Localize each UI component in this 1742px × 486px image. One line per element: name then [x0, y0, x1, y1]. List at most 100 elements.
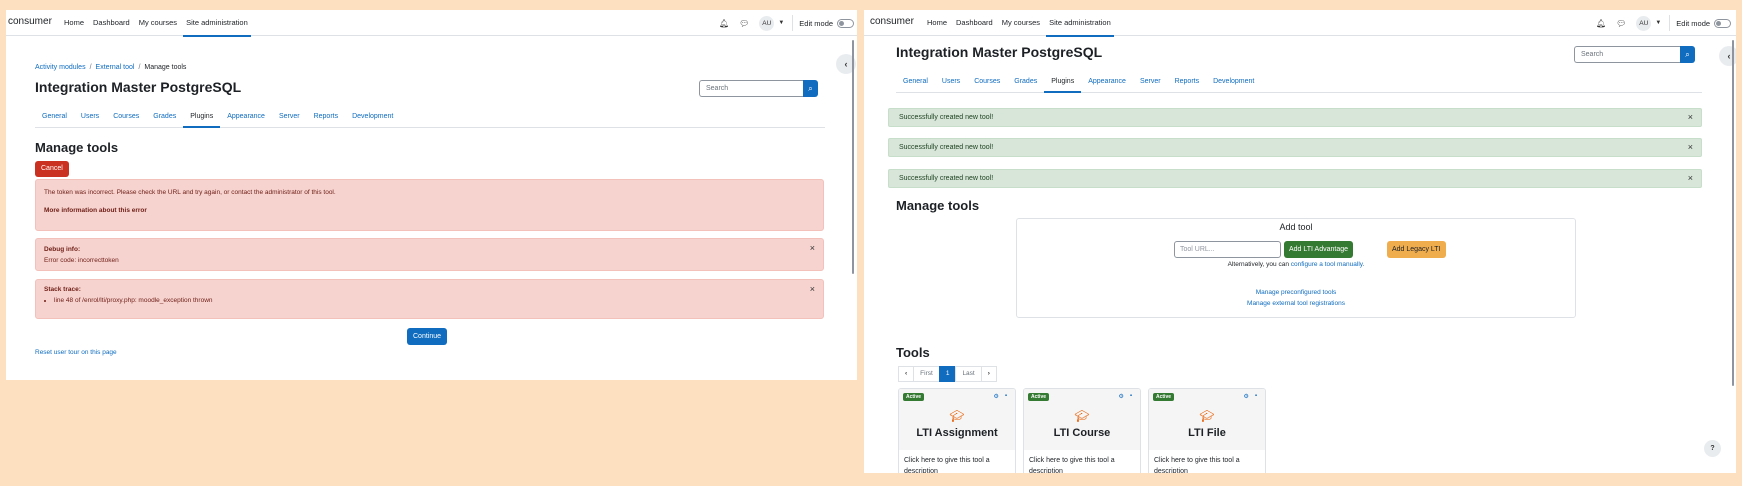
page-scrollbar[interactable] [1732, 40, 1734, 386]
tab-courses[interactable]: Courses [967, 71, 1007, 92]
primary-navigation: Home Dashboard My courses Site administr… [924, 10, 1117, 37]
nav-dashboard[interactable]: Dashboard [953, 10, 996, 36]
search-input[interactable]: Search [699, 80, 803, 97]
chevron-left-icon[interactable]: ‹ [898, 366, 915, 382]
status-badge: Active [1028, 393, 1050, 401]
tab-server[interactable]: Server [1133, 71, 1168, 92]
error-message: The token was incorrect. Please check th… [44, 189, 336, 196]
alternatively-text: Alternatively, you can configure a tool … [1017, 261, 1575, 268]
tab-users[interactable]: Users [935, 71, 967, 92]
edit-mode-toggle[interactable] [837, 18, 855, 28]
page-current[interactable]: 1 [938, 366, 957, 382]
delete-icon[interactable]: ▪ [1130, 393, 1132, 400]
navbar: consumer Home Dashboard My courses Site … [6, 10, 857, 37]
tab-plugins[interactable]: Plugins [1044, 71, 1082, 93]
delete-icon[interactable]: ▪ [1005, 393, 1007, 400]
tab-grades[interactable]: Grades [1007, 71, 1044, 92]
tool-url-input[interactable]: Tool URL... [1174, 241, 1281, 258]
tool-description-line: Click here to give this tool a [1154, 457, 1240, 464]
tab-general[interactable]: General [35, 106, 74, 127]
manage-registrations-link[interactable]: Manage external tool registrations [1017, 300, 1575, 307]
cancel-button[interactable]: Cancel [35, 161, 69, 177]
tab-grades[interactable]: Grades [146, 106, 183, 127]
tab-server[interactable]: Server [272, 106, 307, 127]
tool-description[interactable]: Click here to give this tool a descripti… [1154, 455, 1260, 473]
add-lti-advantage-button[interactable]: Add LTI Advantage [1284, 241, 1354, 258]
configure-manually-link[interactable]: configure a tool manually. [1291, 261, 1365, 268]
breadcrumb: Activity modules / External tool / Manag… [35, 64, 186, 71]
avatar[interactable]: AU [759, 15, 775, 31]
close-icon[interactable]: × [810, 284, 815, 294]
tab-reports[interactable]: Reports [307, 106, 346, 127]
tab-reports[interactable]: Reports [1168, 71, 1207, 92]
tool-description[interactable]: Click here to give this tool a descripti… [1029, 455, 1135, 473]
chevron-down-icon[interactable]: ▼ [778, 20, 784, 26]
left-browser-window: consumer Home Dashboard My courses Site … [6, 10, 857, 380]
chevron-down-icon[interactable]: ▼ [1655, 20, 1661, 26]
tab-users[interactable]: Users [74, 106, 106, 127]
bell-icon[interactable]: 🔔︎ [1596, 19, 1606, 28]
tool-card[interactable]: Active ⚙ ▪ 🎓︎ LTI Course Click here to g… [1023, 388, 1141, 473]
breadcrumb-separator: / [138, 64, 141, 71]
tab-general[interactable]: General [896, 71, 935, 92]
graduation-cap-icon: 🎓︎ [1074, 409, 1090, 423]
navbar: consumer Home Dashboard My courses Site … [864, 10, 1736, 37]
nav-site-administration[interactable]: Site administration [183, 10, 251, 37]
success-notification: Successfully created new tool! × [888, 108, 1702, 127]
tab-appearance[interactable]: Appearance [1081, 71, 1133, 92]
search-input[interactable]: Search [1574, 46, 1680, 63]
tool-card[interactable]: Active ⚙ ▪ 🎓︎ LTI Assignment Click here … [898, 388, 1016, 473]
close-icon[interactable]: × [1688, 173, 1693, 183]
close-icon[interactable]: × [1688, 142, 1693, 152]
page-last[interactable]: Last [955, 366, 982, 382]
tab-development[interactable]: Development [1206, 71, 1261, 92]
nav-site-administration[interactable]: Site administration [1046, 10, 1114, 37]
bell-icon[interactable]: 🔔︎ [719, 19, 729, 28]
page-first[interactable]: First [913, 366, 940, 382]
close-icon[interactable]: × [810, 243, 815, 253]
gear-icon[interactable]: ⚙ [1118, 393, 1123, 400]
primary-navigation: Home Dashboard My courses Site administr… [61, 10, 254, 37]
nav-my-courses[interactable]: My courses [136, 10, 180, 36]
continue-button[interactable]: Continue [407, 328, 448, 345]
add-legacy-lti-button[interactable]: Add Legacy LTI [1387, 241, 1446, 258]
reset-user-tour-link[interactable]: Reset user tour on this page [35, 349, 117, 356]
card-actions: ⚙ ▪ [1243, 393, 1257, 400]
nav-my-courses[interactable]: My courses [999, 10, 1043, 36]
site-brand[interactable]: consumer [8, 16, 52, 27]
chevron-right-icon[interactable]: › [980, 366, 997, 382]
tool-card-header: Active ⚙ ▪ 🎓︎ LTI Assignment [899, 389, 1015, 450]
nav-dashboard[interactable]: Dashboard [90, 10, 133, 36]
help-button[interactable]: ? [1704, 440, 1721, 457]
manage-preconfigured-tools-link[interactable]: Manage preconfigured tools [1017, 289, 1575, 296]
tab-courses[interactable]: Courses [106, 106, 146, 127]
site-brand[interactable]: consumer [870, 16, 914, 27]
avatar[interactable]: AU [1636, 15, 1652, 31]
pagination: ‹ First 1 Last › [898, 366, 997, 382]
chat-icon[interactable]: 💬︎ [739, 19, 749, 28]
debug-info-title: Debug info: [44, 246, 81, 253]
nav-home[interactable]: Home [924, 10, 950, 36]
gear-icon[interactable]: ⚙ [1243, 393, 1248, 400]
tab-plugins[interactable]: Plugins [183, 106, 221, 128]
edit-mode-toggle[interactable] [1714, 18, 1732, 28]
tool-description[interactable]: Click here to give this tool a descripti… [904, 455, 1010, 473]
tab-appearance[interactable]: Appearance [220, 106, 272, 127]
search-button[interactable]: ⌕ [1680, 46, 1695, 63]
search-button[interactable]: ⌕ [803, 80, 818, 97]
page-scrollbar[interactable] [852, 40, 854, 274]
tool-card[interactable]: Active ⚙ ▪ 🎓︎ LTI File Click here to giv… [1148, 388, 1266, 473]
delete-icon[interactable]: ▪ [1255, 393, 1257, 400]
breadcrumb-external-tool[interactable]: External tool [96, 64, 135, 71]
close-icon[interactable]: × [1688, 112, 1693, 122]
nav-home[interactable]: Home [61, 10, 87, 36]
chat-icon[interactable]: 💬︎ [1616, 19, 1626, 28]
breadcrumb-activity-modules[interactable]: Activity modules [35, 64, 86, 71]
gear-icon[interactable]: ⚙ [993, 393, 998, 400]
alternatively-label: Alternatively, you can [1227, 261, 1289, 268]
search-box: Search ⌕ [699, 80, 818, 97]
graduation-cap-icon: 🎓︎ [1199, 409, 1215, 423]
tab-development[interactable]: Development [345, 106, 400, 127]
tool-name: LTI Course [1053, 427, 1111, 439]
breadcrumb-separator: / [89, 64, 92, 71]
